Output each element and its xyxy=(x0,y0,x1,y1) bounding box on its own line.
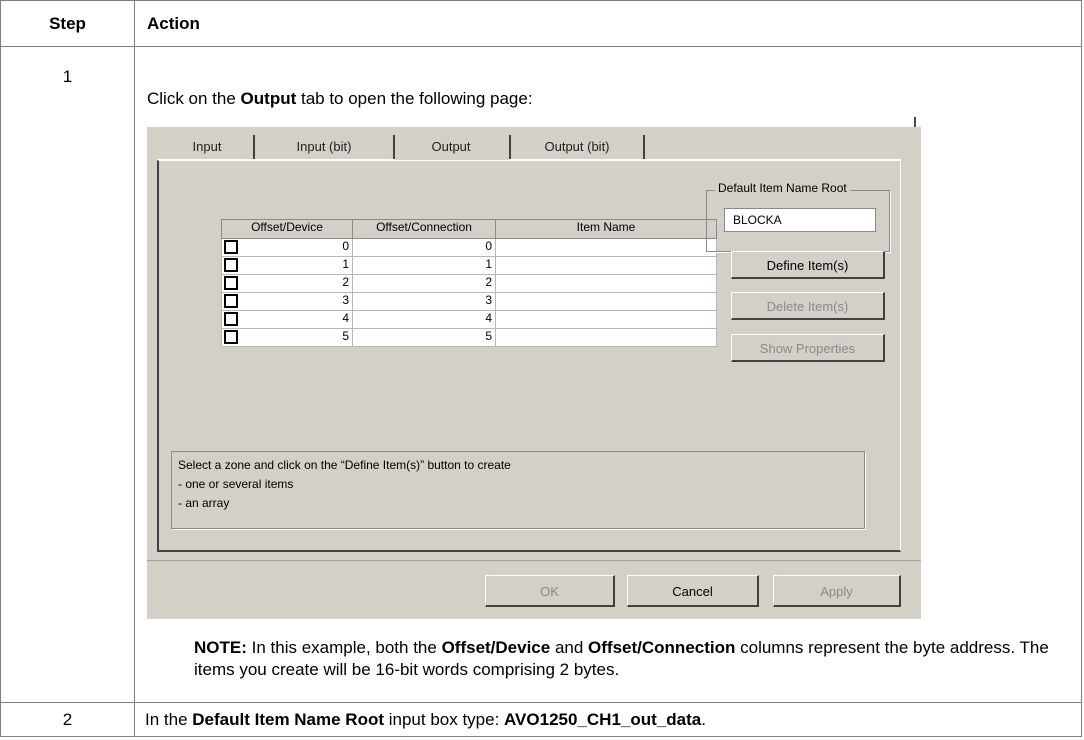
note-label: NOTE: xyxy=(194,638,247,657)
step2-middle: input box type: xyxy=(384,709,505,729)
cell-device: 5 xyxy=(342,329,349,343)
procedure-table: Step Action 1 Click on the Output tab to… xyxy=(0,0,1082,737)
grid-row[interactable]: 3 3 xyxy=(221,292,717,311)
hint-line: Select a zone and click on the “Define I… xyxy=(178,458,511,472)
row-checkbox[interactable] xyxy=(224,330,238,344)
action-cell: Click on the Output tab to open the foll… xyxy=(134,46,1082,703)
note-bold: Offset/Device xyxy=(441,638,551,657)
grid-header-row: Offset/Device Offset/Connection Item Nam… xyxy=(221,219,717,239)
cell-item-name[interactable] xyxy=(495,292,717,311)
cell-connection: 4 xyxy=(352,310,496,329)
header-action: Action xyxy=(134,0,1082,47)
row-checkbox[interactable] xyxy=(224,240,238,254)
intro-suffix: tab to open the following page: xyxy=(296,89,533,108)
intro-text: Click on the Output tab to open the foll… xyxy=(147,89,533,109)
col-offset-connection[interactable]: Offset/Connection xyxy=(352,219,496,239)
header-step: Step xyxy=(0,0,135,47)
step-number: 2 xyxy=(0,702,135,737)
step2-prefix: In the xyxy=(145,709,193,729)
cell-device: 3 xyxy=(342,293,349,307)
grid-row[interactable]: 0 0 xyxy=(221,238,717,257)
note-text: NOTE: In this example, both the Offset/D… xyxy=(194,637,1074,681)
cell-device: 4 xyxy=(342,311,349,325)
hint-box: Select a zone and click on the “Define I… xyxy=(171,451,865,529)
cell-item-name[interactable] xyxy=(495,328,717,347)
step2-bold: AVO1250_CH1_out_data xyxy=(504,709,702,729)
cell-item-name[interactable] xyxy=(495,238,717,257)
grid-row[interactable]: 2 2 xyxy=(221,274,717,293)
tab-output[interactable]: Output xyxy=(395,135,507,159)
default-name-group: Default Item Name Root BLOCKA xyxy=(706,181,890,252)
cell-connection: 1 xyxy=(352,256,496,275)
tab-output-bit[interactable]: Output (bit) xyxy=(509,135,645,159)
intro-bold: Output xyxy=(240,89,297,108)
row-checkbox[interactable] xyxy=(224,276,238,290)
cell-connection: 5 xyxy=(352,328,496,347)
hint-line: - one or several items xyxy=(178,477,294,491)
row-checkbox[interactable] xyxy=(224,258,238,272)
items-grid[interactable]: Offset/Device Offset/Connection Item Nam… xyxy=(221,219,717,347)
cell-device: 2 xyxy=(342,275,349,289)
table-row: 2 In the Default Item Name Root input bo… xyxy=(0,702,1082,737)
cell-item-name[interactable] xyxy=(495,310,717,329)
default-name-input[interactable]: BLOCKA xyxy=(724,208,876,232)
define-items-button[interactable]: Define Item(s) xyxy=(731,251,885,279)
cell-connection: 0 xyxy=(352,238,496,257)
grid-row[interactable]: 4 4 xyxy=(221,310,717,329)
cell-device: 0 xyxy=(342,239,349,253)
cell-connection: 3 xyxy=(352,292,496,311)
step-number: 1 xyxy=(0,46,135,703)
apply-button[interactable]: Apply xyxy=(773,575,901,607)
show-properties-button[interactable]: Show Properties xyxy=(731,334,885,362)
default-name-label: Default Item Name Root xyxy=(715,181,850,195)
row-checkbox[interactable] xyxy=(224,312,238,326)
cancel-button[interactable]: Cancel xyxy=(627,575,759,607)
grid-row[interactable]: 5 5 xyxy=(221,328,717,347)
note-part: In this example, both the xyxy=(246,638,442,657)
action-cell: In the Default Item Name Root input box … xyxy=(134,702,1082,737)
delete-items-button[interactable]: Delete Item(s) xyxy=(731,292,885,320)
tab-input-bit[interactable]: Input (bit) xyxy=(255,135,395,159)
table-row: 1 Click on the Output tab to open the fo… xyxy=(0,46,1082,703)
row-checkbox[interactable] xyxy=(224,294,238,308)
step2-bold: Default Item Name Root xyxy=(192,709,385,729)
cell-connection: 2 xyxy=(352,274,496,293)
col-offset-device[interactable]: Offset/Device xyxy=(221,219,353,239)
cell-device: 1 xyxy=(342,257,349,271)
dialog-divider xyxy=(147,560,921,561)
output-dialog: Input Input (bit) Output Output (bit) Of… xyxy=(147,127,921,619)
grid-row[interactable]: 1 1 xyxy=(221,256,717,275)
note-part: and xyxy=(550,638,589,657)
cell-item-name[interactable] xyxy=(495,256,717,275)
cell-item-name[interactable] xyxy=(495,274,717,293)
hint-line: - an array xyxy=(178,496,230,510)
table-header-row: Step Action xyxy=(0,0,1082,47)
step2-suffix: . xyxy=(701,709,706,729)
ok-button[interactable]: OK xyxy=(485,575,615,607)
tab-input[interactable]: Input xyxy=(161,135,255,159)
col-item-name[interactable]: Item Name xyxy=(495,219,717,239)
note-bold: Offset/Connection xyxy=(588,638,736,657)
intro-prefix: Click on the xyxy=(147,89,241,108)
